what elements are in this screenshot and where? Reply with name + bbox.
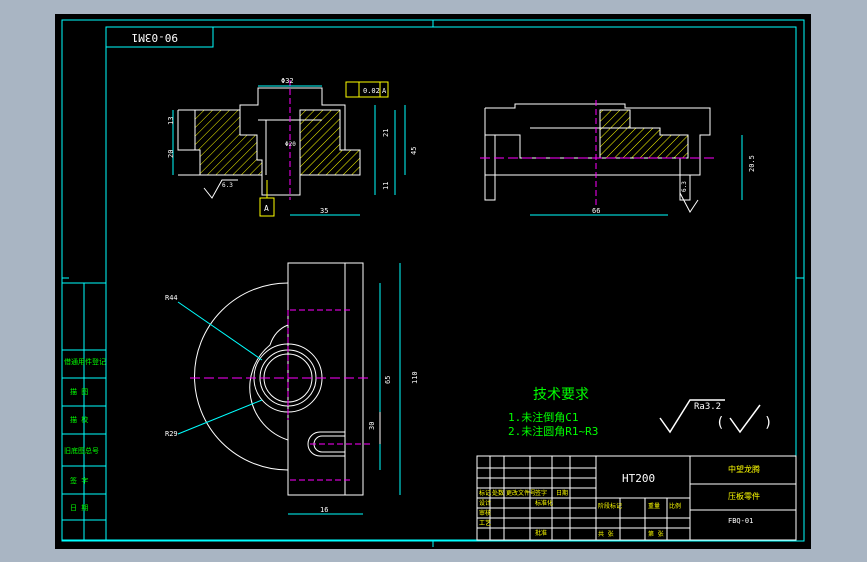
dim-h21: 21 bbox=[382, 129, 390, 137]
code-box-text: 90-03M1 bbox=[132, 31, 178, 44]
side-label-4: 签 字 bbox=[70, 476, 88, 485]
roughness-value: Ra3.2 bbox=[694, 402, 721, 412]
tb-drawing-no: FBQ-01 bbox=[728, 517, 753, 525]
side-label-2: 描 校 bbox=[70, 415, 88, 424]
dim-h45: 45 bbox=[410, 147, 418, 155]
rough-front: 6.3 bbox=[222, 182, 233, 189]
dim-65: 65 bbox=[384, 376, 392, 384]
dim-hole: Φ20 bbox=[285, 141, 296, 148]
rough-side: 6.3 bbox=[681, 181, 688, 192]
cad-drawing: 90-03M1 Φ32 0.02 A Φ20 13 20 21 45 11 35 bbox=[55, 14, 811, 549]
roughness-paren-close: ) bbox=[764, 415, 772, 431]
dim-h11: 11 bbox=[382, 182, 390, 190]
roughness-paren-open: ( bbox=[716, 415, 724, 431]
side-label-1: 描 图 bbox=[70, 387, 88, 396]
tb-sub-0: 标记 bbox=[479, 489, 491, 497]
dim-r44: R44 bbox=[165, 294, 178, 302]
tb-cell-4: 第 张 bbox=[648, 530, 664, 538]
tb-cell-1: 重量 bbox=[648, 502, 660, 510]
tech-title: 技术要求 bbox=[533, 387, 589, 403]
tb-cell-2: 比例 bbox=[669, 502, 681, 510]
tech-line-1: 1.未注倒角C1 bbox=[508, 410, 579, 424]
side-label-0: 借通用件登记 bbox=[64, 357, 106, 366]
tb-material: HT200 bbox=[622, 472, 655, 485]
dim-h20: 20 bbox=[167, 150, 175, 158]
tb-cell-3: 共 张 bbox=[598, 530, 614, 538]
tb-sub-4: 日期 bbox=[556, 489, 568, 497]
tb-row-0: 设计 bbox=[479, 499, 491, 507]
tolerance-value: 0.02 bbox=[363, 87, 380, 95]
dim-side-h: 20.5 bbox=[748, 155, 756, 172]
side-label-3: 旧底图总号 bbox=[64, 446, 99, 455]
tb-row-4: 批准 bbox=[535, 529, 547, 537]
dim-side-w: 66 bbox=[592, 207, 600, 215]
tb-row-2: 工艺 bbox=[479, 519, 491, 527]
dim-16: 16 bbox=[320, 506, 328, 514]
tb-cell-0: 阶段标记 bbox=[598, 502, 622, 510]
dim-30: 30 bbox=[368, 422, 376, 430]
tb-sub-2: 更改文件号 bbox=[506, 489, 536, 497]
dim-110: 110 bbox=[411, 371, 419, 384]
dim-h13: 13 bbox=[167, 117, 175, 125]
tb-row-3: 标准化 bbox=[535, 499, 553, 507]
side-label-5: 日 期 bbox=[70, 504, 88, 512]
tb-row-1: 审核 bbox=[479, 509, 491, 517]
datum-a-front: A bbox=[264, 204, 269, 213]
tb-company: 中望龙腾 bbox=[728, 464, 760, 474]
tb-sub-1: 处数 bbox=[492, 489, 504, 497]
tb-part-name: 压板零件 bbox=[728, 491, 760, 501]
tb-sub-3: 签字 bbox=[535, 489, 547, 497]
dim-r29: R29 bbox=[165, 430, 178, 438]
tech-line-2: 2.未注圆角R1~R3 bbox=[508, 424, 598, 438]
dim-top-width: Φ32 bbox=[281, 77, 294, 85]
dim-w35: 35 bbox=[320, 207, 328, 215]
drawing-canvas bbox=[55, 14, 811, 549]
